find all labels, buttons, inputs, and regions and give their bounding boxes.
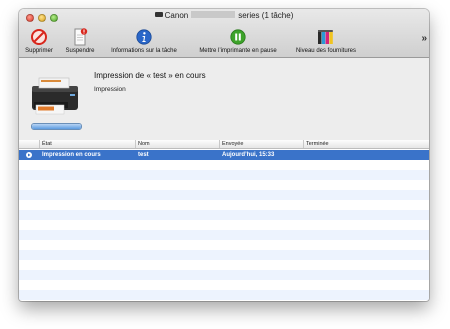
window-toolbar: Canon series (1 tâche) Supprimer Suspend… [19,9,429,58]
delete-button[interactable]: Supprimer [21,27,57,54]
toolbar-overflow-button[interactable]: » [421,33,426,44]
table-row[interactable]: Impression en cours test Aujourd’hui, 15… [19,150,429,160]
pause-printer-button-label: Mettre l’imprimante en pause [199,48,277,54]
printer-icon [32,77,78,115]
header-sent[interactable]: Envoyée [219,140,303,148]
printing-status-icon [26,152,32,158]
delete-circle-icon [31,29,47,45]
job-progress-fill [32,124,81,129]
supply-levels-button[interactable]: Niveau des fournitures [287,27,365,54]
empty-row [19,170,429,180]
current-job-panel: Impression de « test » en cours Impressi… [19,58,429,141]
window-title-prefix: Canon [164,11,189,20]
ink-cartridges-icon [318,30,333,44]
pause-icon [230,29,246,45]
row-sent: Aujourd’hui, 15:33 [222,152,275,158]
empty-row [19,270,429,280]
header-icon-column [19,140,39,148]
empty-row [19,290,429,300]
empty-row [19,210,429,220]
job-progress-bar [31,123,82,130]
pause-printer-button[interactable]: Mettre l’imprimante en pause [189,27,287,54]
header-finished[interactable]: Terminée [303,140,429,148]
empty-row [19,250,429,260]
window-title-suffix: series (1 tâche) [238,11,294,20]
header-state[interactable]: État [39,140,135,148]
suspend-document-icon [74,28,88,46]
job-table: État Nom Envoyée Terminée Impression en … [19,140,429,301]
job-info-button[interactable]: Informations sur la tâche [101,27,187,54]
header-name[interactable]: Nom [135,140,219,148]
supply-levels-button-label: Niveau des fournitures [295,48,357,54]
info-icon [136,29,152,45]
print-queue-window: Canon series (1 tâche) Supprimer Suspend… [19,9,429,301]
redacted-model-name [191,11,236,19]
empty-row [19,230,429,240]
printer-title-icon [154,12,163,18]
table-header: État Nom Envoyée Terminée [19,140,429,149]
suspend-button-label: Suspendre [65,48,95,54]
job-title: Impression de « test » en cours [94,71,206,80]
row-state: Impression en cours [42,152,101,158]
empty-row [19,190,429,200]
job-info-button-label: Informations sur la tâche [111,48,177,54]
suspend-button[interactable]: Suspendre [60,27,100,54]
delete-button-label: Supprimer [25,48,53,54]
job-status: Impression [94,86,126,93]
window-title: Canon series (1 tâche) [19,11,429,20]
row-name: test [138,152,149,158]
